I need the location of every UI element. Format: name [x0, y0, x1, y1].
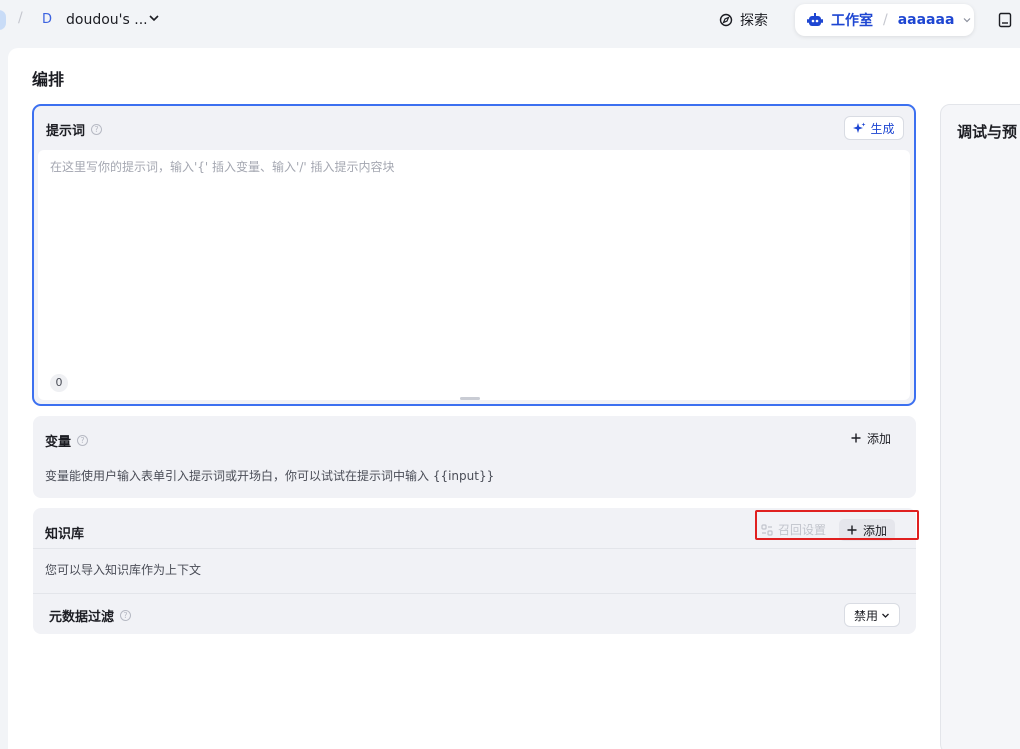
help-icon[interactable]: ? — [91, 124, 103, 135]
add-knowledge-label: 添加 — [863, 523, 888, 538]
prompt-editor: 提示词 ? 生成 0 — [32, 104, 916, 406]
help-icon[interactable]: ? — [77, 435, 89, 446]
plus-icon — [851, 433, 861, 443]
plus-icon — [847, 525, 857, 535]
studio-breadcrumb[interactable]: 工作室 / aaaaaa — [795, 4, 974, 36]
prompt-input-area: 0 — [38, 150, 910, 400]
prompt-textarea[interactable] — [50, 158, 890, 358]
recall-settings-label: 召回设置 — [778, 523, 827, 537]
explore-nav-item[interactable]: 探索 — [718, 8, 768, 32]
resize-handle[interactable] — [460, 397, 480, 400]
logo-icon[interactable] — [0, 10, 6, 30]
chevron-down-icon[interactable] — [962, 15, 972, 25]
explore-icon — [719, 13, 733, 27]
prompt-title: 提示词 — [46, 124, 86, 139]
studio-label[interactable]: 工作室 — [831, 10, 873, 30]
space-name[interactable]: doudou's ... — [66, 10, 148, 30]
project-name[interactable]: aaaaaa — [898, 12, 955, 28]
help-icon[interactable]: ? — [120, 610, 132, 621]
metadata-filter-select[interactable]: 禁用 — [844, 603, 900, 627]
generate-button[interactable]: 生成 — [844, 116, 904, 140]
knowledge-description: 您可以导入知识库作为上下文 — [45, 563, 202, 577]
add-variable-label: 添加 — [867, 431, 892, 446]
book-icon[interactable] — [998, 12, 1012, 28]
char-count: 0 — [50, 374, 68, 392]
add-knowledge-button[interactable]: 添加 — [839, 519, 896, 541]
space-avatar[interactable]: D — [38, 10, 56, 30]
add-variable-button[interactable]: 添加 — [843, 427, 899, 449]
robot-icon — [807, 13, 823, 26]
knowledge-title: 知识库 — [45, 527, 85, 542]
chevron-down-icon[interactable] — [148, 12, 160, 24]
metadata-filter-title: 元数据过滤 — [49, 610, 115, 625]
page-title: 编排 — [32, 70, 65, 89]
sparkle-icon — [853, 122, 866, 133]
top-bar: / D doudou's ... 探索 工作室 / aaaaaa — [0, 0, 1020, 40]
prompt-header: 提示词 ? — [46, 120, 103, 139]
settings-sliders-icon — [761, 523, 773, 536]
breadcrumb-separator: / — [18, 10, 23, 26]
divider — [33, 548, 916, 549]
variables-description: 变量能使用户输入表单引入提示词或开场白，你可以试试在提示词中输入 {{input… — [45, 469, 495, 483]
variables-header: 变量 ? — [45, 431, 89, 450]
variables-title: 变量 — [45, 435, 72, 450]
chevron-down-icon — [882, 613, 889, 618]
explore-label: 探索 — [740, 13, 768, 29]
divider — [33, 593, 916, 594]
metadata-filter-header: 元数据过滤 ? — [49, 606, 132, 625]
generate-label: 生成 — [870, 121, 895, 136]
metadata-filter-value: 禁用 — [853, 608, 878, 623]
debug-panel-title: 调试与预 — [957, 123, 1018, 141]
breadcrumb-separator: / — [883, 12, 888, 28]
recall-settings-button[interactable]: 召回设置 — [761, 521, 826, 538]
debug-preview-panel: 调试与预 — [940, 104, 1020, 749]
knowledge-section: 知识库 召回设置 添加 您可以导入知识库作为上下文 元数据过滤 ? 禁用 — [33, 508, 916, 634]
variables-section: 变量 ? 添加 变量能使用户输入表单引入提示词或开场白，你可以试试在提示词中输入… — [33, 416, 916, 498]
